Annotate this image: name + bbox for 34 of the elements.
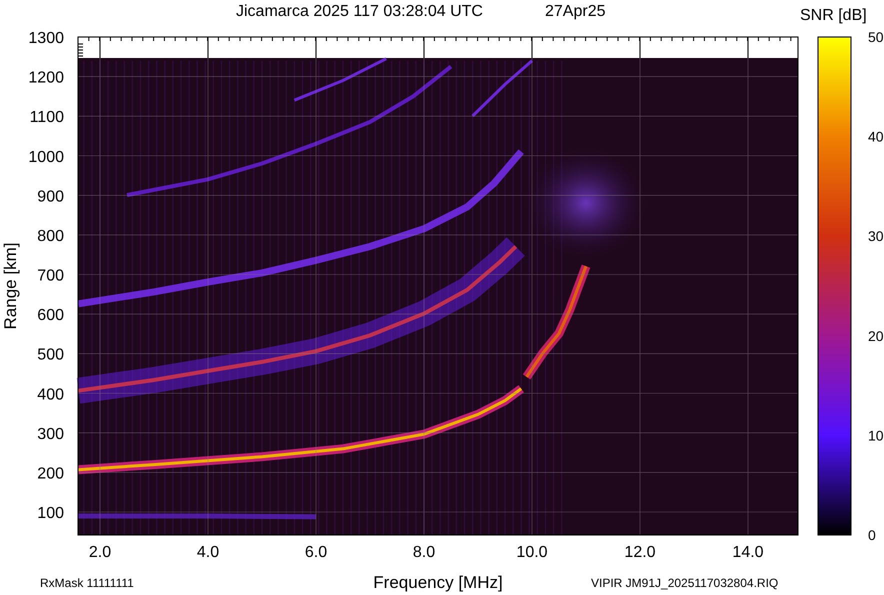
colorbar-tick-label: 30	[868, 228, 884, 244]
y-tick-label: 800	[37, 228, 64, 245]
x-tick-label: 14.0	[732, 544, 764, 561]
y-axis-label: Range [km]	[1, 242, 20, 330]
colorbar-tick-label: 50	[868, 29, 884, 45]
y-tick-label: 600	[37, 307, 64, 324]
colorbar-tick-label: 40	[868, 128, 884, 145]
x-tick-label: 2.0	[88, 544, 112, 561]
x-tick-label: 8.0	[412, 544, 436, 561]
y-tick-label: 1200	[28, 70, 64, 87]
colorbar-tick-label: 20	[868, 328, 884, 344]
file-name-label: VIPIR JM91J_2025117032804.RIQ	[591, 576, 778, 590]
y-tick-label: 1300	[28, 30, 64, 47]
y-tick-label: 400	[37, 386, 64, 404]
y-tick-label: 200	[37, 465, 64, 482]
colorbar-title: SNR [dB]	[800, 7, 867, 24]
y-tick-label: 700	[37, 268, 64, 284]
x-tick-label: 10.0	[516, 544, 548, 561]
x-tick-label: 4.0	[196, 544, 220, 561]
y-tick-label: 900	[37, 188, 64, 206]
y-tick-label: 1000	[28, 148, 64, 166]
rx-mask-label: RxMask 11111111	[40, 576, 134, 590]
plot-date: 27Apr25	[545, 3, 606, 20]
x-tick-label: 12.0	[624, 544, 656, 561]
echo-trace	[472, 60, 533, 118]
colorbar-tick-label: 10	[868, 427, 884, 444]
y-tick-label: 500	[37, 346, 64, 364]
y-tick-label: 100	[37, 505, 64, 522]
x-tick-label: 6.0	[304, 544, 328, 561]
plot-title: Jicamarca 2025 117 03:28:04 UTC	[236, 3, 483, 20]
y-tick-label: 300	[37, 426, 64, 443]
y-tick-label: 1100	[30, 109, 64, 126]
x-axis-label: Frequency [MHz]	[373, 573, 503, 592]
colorbar-tick-label: 0	[868, 527, 876, 543]
